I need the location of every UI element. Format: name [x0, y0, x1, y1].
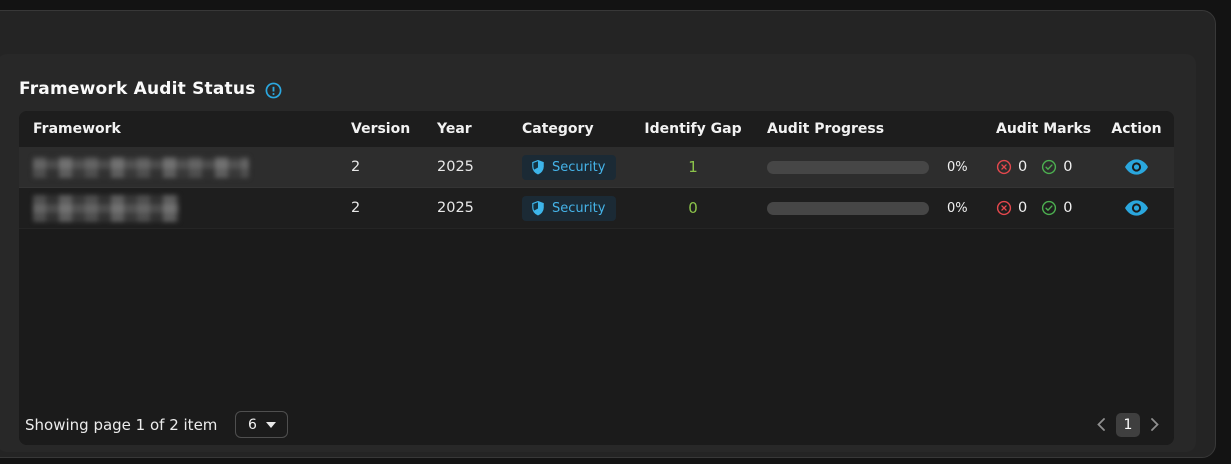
header-action: Action	[1099, 111, 1174, 147]
redacted-framework-name	[33, 195, 179, 222]
x-circle-icon	[996, 200, 1012, 216]
page-title: Framework Audit Status	[19, 79, 256, 99]
audit-progress-cell: 0%	[753, 147, 982, 187]
category-label: Security	[552, 161, 605, 174]
view-eye-icon[interactable]	[1125, 200, 1148, 216]
year-cell: 2025	[423, 188, 508, 228]
category-cell: Security	[508, 188, 633, 228]
category-badge: Security	[522, 196, 616, 221]
identify-gap-value: 0	[688, 199, 698, 217]
header-audit-marks: Audit Marks	[982, 111, 1099, 147]
identify-gap-cell: 0	[633, 188, 753, 228]
header-category: Category	[508, 111, 633, 147]
table-empty-space	[19, 229, 1174, 404]
category-badge: Security	[522, 155, 616, 180]
x-circle-icon	[996, 159, 1012, 175]
audit-marks-cell: 0 0	[982, 147, 1099, 187]
audit-progress-percent: 0%	[947, 201, 968, 216]
year-cell: 2025	[423, 147, 508, 187]
audit-progress-bar	[767, 202, 929, 215]
table-row: 2 2025 Security	[19, 147, 1174, 188]
pager: 1	[1097, 413, 1159, 437]
page-size-value: 6	[248, 417, 257, 433]
check-circle-icon	[1041, 200, 1057, 216]
check-circle-icon	[1041, 159, 1057, 175]
panel-header: Framework Audit Status	[19, 75, 1174, 103]
audit-progress-bar	[767, 161, 929, 174]
page-size-select[interactable]: 6	[235, 411, 288, 438]
pagination-summary: Showing page 1 of 2 item	[25, 416, 217, 434]
audit-progress-cell: 0%	[753, 188, 982, 228]
table-header-row: Framework Version Year Category Identify…	[19, 111, 1174, 147]
header-version: Version	[337, 111, 423, 147]
table-footer: Showing page 1 of 2 item 6 1	[19, 404, 1174, 445]
chevron-right-icon[interactable]	[1151, 418, 1159, 431]
version-cell: 2	[337, 188, 423, 228]
framework-audit-panel: Framework Audit Status Framework Version…	[0, 54, 1196, 452]
view-eye-icon[interactable]	[1125, 159, 1148, 175]
shield-icon	[531, 160, 545, 175]
chevron-left-icon[interactable]	[1097, 418, 1105, 431]
content-surface: Framework Audit Status Framework Version…	[0, 10, 1216, 458]
header-framework: Framework	[19, 111, 337, 147]
header-audit-progress: Audit Progress	[753, 111, 982, 147]
marks-failed-count: 0	[1018, 200, 1027, 216]
framework-name-cell	[19, 188, 337, 228]
header-identify-gap: Identify Gap	[633, 111, 753, 147]
page-number-button[interactable]: 1	[1116, 413, 1140, 437]
framework-table: Framework Version Year Category Identify…	[19, 111, 1174, 445]
marks-passed-count: 0	[1063, 200, 1072, 216]
screen: { "panel": { "title": "Framework Audit S…	[0, 0, 1231, 464]
action-cell	[1099, 147, 1174, 187]
table-row: 2 2025 Security	[19, 188, 1174, 229]
action-cell	[1099, 188, 1174, 228]
caret-down-icon	[266, 422, 276, 428]
identify-gap-value: 1	[688, 158, 698, 176]
identify-gap-cell: 1	[633, 147, 753, 187]
category-cell: Security	[508, 147, 633, 187]
info-icon[interactable]	[265, 82, 282, 99]
marks-failed-count: 0	[1018, 159, 1027, 175]
shield-icon	[531, 201, 545, 216]
category-label: Security	[552, 202, 605, 215]
redacted-framework-name	[33, 157, 249, 178]
audit-progress-percent: 0%	[947, 160, 968, 175]
version-cell: 2	[337, 147, 423, 187]
header-year: Year	[423, 111, 508, 147]
marks-passed-count: 0	[1063, 159, 1072, 175]
framework-name-cell	[19, 147, 337, 187]
audit-marks-cell: 0 0	[982, 188, 1099, 228]
